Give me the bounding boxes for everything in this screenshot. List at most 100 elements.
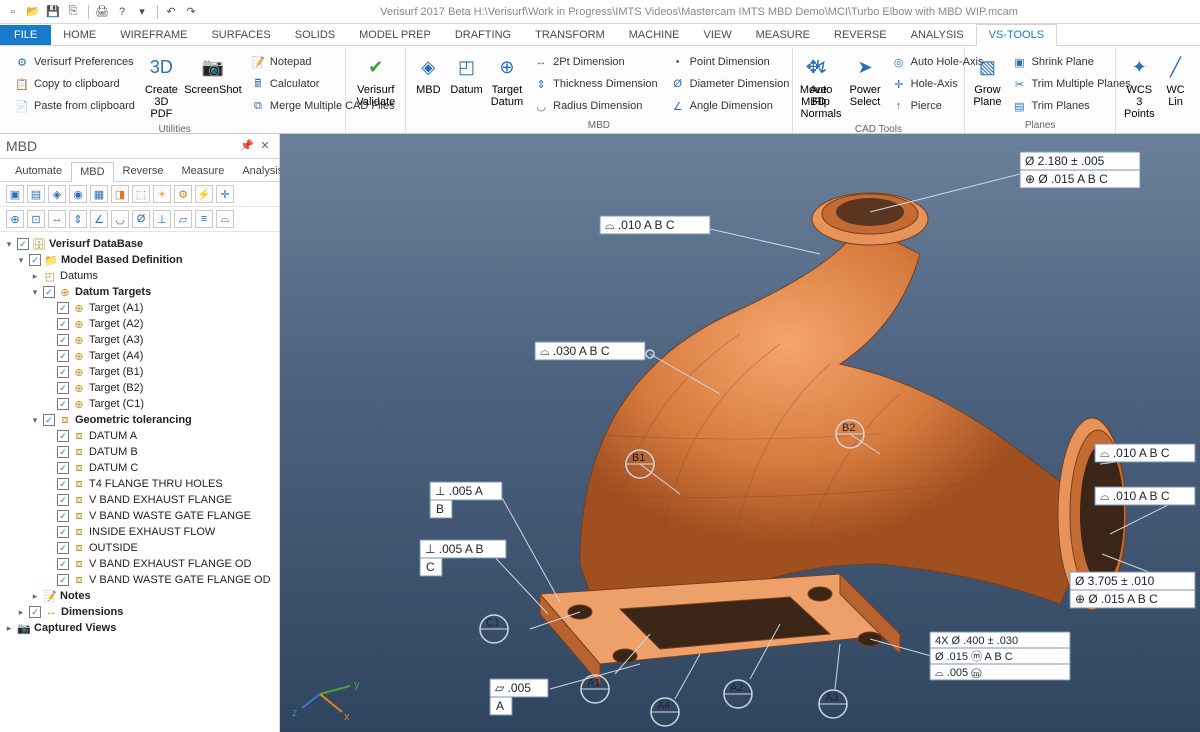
- tb-icon[interactable]: ⚙: [174, 185, 192, 203]
- tree-target[interactable]: ✓⊕Target (B2): [2, 380, 277, 396]
- tab-view[interactable]: VIEW: [692, 25, 744, 45]
- datum-button[interactable]: ◰Datum: [448, 52, 484, 98]
- tb-icon[interactable]: ⚡: [195, 185, 213, 203]
- tb-icon[interactable]: ◡: [111, 210, 129, 228]
- qat-open-icon[interactable]: 📂: [24, 3, 42, 21]
- qat-print-icon[interactable]: 🖨: [93, 3, 111, 21]
- ptab-mbd[interactable]: MBD: [71, 162, 113, 182]
- tb-icon[interactable]: Ø: [132, 210, 150, 228]
- tab-modelprep[interactable]: MODEL PREP: [347, 25, 443, 45]
- qat-saveas-icon[interactable]: ⎘: [64, 3, 82, 21]
- dim-angle-button[interactable]: ∠Angle Dimension: [666, 96, 794, 116]
- tab-drafting[interactable]: DRAFTING: [443, 25, 523, 45]
- tree-target[interactable]: ✓⊕Target (A2): [2, 316, 277, 332]
- tree-datums[interactable]: ▸◰Datums: [2, 268, 277, 284]
- tree-geo-item[interactable]: ✓⧈DATUM A: [2, 428, 277, 444]
- target-datum-button[interactable]: ⊕Target Datum: [489, 52, 525, 110]
- tab-solids[interactable]: SOLIDS: [283, 25, 347, 45]
- tb-icon[interactable]: ◨: [111, 185, 129, 203]
- tree-geo-item[interactable]: ✓⧈DATUM B: [2, 444, 277, 460]
- tab-file[interactable]: FILE: [0, 25, 51, 45]
- tb-icon[interactable]: ◉: [69, 185, 87, 203]
- model-view[interactable]: y x z Ø 2.180 ± .005 ⊕ Ø .015 A B C ⌓ .0…: [280, 134, 1200, 732]
- ptab-measure[interactable]: Measure: [173, 161, 234, 181]
- tab-vstools[interactable]: VS-TOOLS: [976, 24, 1057, 46]
- dim-diameter-button[interactable]: ØDiameter Dimension: [666, 74, 794, 94]
- tree-target[interactable]: ✓⊕Target (A3): [2, 332, 277, 348]
- tree-geo-item[interactable]: ✓⧈V BAND EXHAUST FLANGE: [2, 492, 277, 508]
- tb-icon[interactable]: ▤: [27, 185, 45, 203]
- dim-thickness-button[interactable]: ⇕Thickness Dimension: [529, 74, 662, 94]
- tree-geo-item[interactable]: ✓⧈T4 FLANGE THRU HOLES: [2, 476, 277, 492]
- tb-icon[interactable]: ⇕: [69, 210, 87, 228]
- copy-clipboard-button[interactable]: 📋Copy to clipboard: [10, 74, 139, 94]
- tab-measure[interactable]: MEASURE: [744, 25, 822, 45]
- qat-save-icon[interactable]: 💾: [44, 3, 62, 21]
- tree-target[interactable]: ✓⊕Target (C1): [2, 396, 277, 412]
- tb-icon[interactable]: ⬚: [132, 185, 150, 203]
- tb-icon[interactable]: ▦: [90, 185, 108, 203]
- tree-mbd[interactable]: ▾✓📁Model Based Definition: [2, 252, 277, 268]
- tree-dimensions[interactable]: ▸✓↔Dimensions: [2, 604, 277, 620]
- tree-target[interactable]: ✓⊕Target (A1): [2, 300, 277, 316]
- pin-icon[interactable]: 📌: [239, 138, 255, 154]
- tree-target[interactable]: ✓⊕Target (A4): [2, 348, 277, 364]
- tab-transform[interactable]: TRANSFORM: [523, 25, 617, 45]
- tb-icon[interactable]: ✦: [153, 185, 171, 203]
- mbd-tree[interactable]: ▾✓🗄Verisurf DataBase ▾✓📁Model Based Defi…: [0, 232, 279, 732]
- tb-icon[interactable]: ⌓: [216, 210, 234, 228]
- tb-icon[interactable]: ≡: [195, 210, 213, 228]
- dim-radius-button[interactable]: ◡Radius Dimension: [529, 96, 662, 116]
- mbd-button[interactable]: ◈MBD: [412, 52, 444, 98]
- tb-icon[interactable]: ✛: [216, 185, 234, 203]
- dim-point-button[interactable]: •Point Dimension: [666, 52, 794, 72]
- tab-machine[interactable]: MACHINE: [617, 25, 692, 45]
- wcs-lines-button[interactable]: ╱WC Lin: [1161, 52, 1191, 110]
- svg-text:z: z: [292, 707, 298, 719]
- screenshot-button[interactable]: 📷ScreenShot: [184, 52, 242, 98]
- tree-root[interactable]: ▾✓🗄Verisurf DataBase: [2, 236, 277, 252]
- ptab-reverse[interactable]: Reverse: [114, 161, 173, 181]
- tree-geo-item[interactable]: ✓⧈INSIDE EXHAUST FLOW: [2, 524, 277, 540]
- tree-datum-targets[interactable]: ▾✓⊕Datum Targets: [2, 284, 277, 300]
- tb-icon[interactable]: ⊥: [153, 210, 171, 228]
- ptab-automate[interactable]: Automate: [6, 161, 71, 181]
- tree-geo-item[interactable]: ✓⧈V BAND WASTE GATE FLANGE: [2, 508, 277, 524]
- dim-2pt-button[interactable]: ↔2Pt Dimension: [529, 52, 662, 72]
- tree-geo-item[interactable]: ✓⧈OUTSIDE: [2, 540, 277, 556]
- tree-geo-item[interactable]: ✓⧈V BAND EXHAUST FLANGE OD: [2, 556, 277, 572]
- wcs-3points-button[interactable]: ✦WCS 3 Points: [1122, 52, 1157, 122]
- verisurf-validate-button[interactable]: ✔Verisurf Validate: [352, 52, 399, 110]
- qat-new-icon[interactable]: ▫: [4, 3, 22, 21]
- grow-plane-button[interactable]: ▧Grow Plane: [971, 52, 1003, 110]
- tree-geo-item[interactable]: ✓⧈V BAND WASTE GATE FLANGE OD: [2, 572, 277, 588]
- tree-captured-views[interactable]: ▸📷Captured Views: [2, 620, 277, 636]
- create-3dpdf-button[interactable]: 3DCreate 3D PDF: [143, 52, 180, 122]
- redo-icon[interactable]: ↷: [182, 3, 200, 21]
- tree-geo-item[interactable]: ✓⧈DATUM C: [2, 460, 277, 476]
- tree-target[interactable]: ✓⊕Target (B1): [2, 364, 277, 380]
- autoflip-button[interactable]: ↯Auto Flip Normals: [799, 52, 844, 122]
- tree-notes[interactable]: ▸📝Notes: [2, 588, 277, 604]
- undo-icon[interactable]: ↶: [162, 3, 180, 21]
- tab-home[interactable]: HOME: [51, 25, 108, 45]
- tree-geo-tol[interactable]: ▾✓⧈Geometric tolerancing: [2, 412, 277, 428]
- tb-icon[interactable]: ↔: [48, 210, 66, 228]
- paste-clipboard-button[interactable]: 📄Paste from clipboard: [10, 96, 139, 116]
- qat-dropdown-icon[interactable]: ▾: [133, 3, 151, 21]
- viewport-3d[interactable]: y x z Ø 2.180 ± .005 ⊕ Ø .015 A B C ⌓ .0…: [280, 134, 1200, 732]
- qat-help-icon[interactable]: ?: [113, 3, 131, 21]
- tb-icon[interactable]: ◈: [48, 185, 66, 203]
- tb-icon[interactable]: ▱: [174, 210, 192, 228]
- tab-analysis[interactable]: ANALYSIS: [899, 25, 976, 45]
- power-select-button[interactable]: ➤Power Select: [847, 52, 882, 110]
- tab-surfaces[interactable]: SURFACES: [199, 25, 282, 45]
- tb-icon[interactable]: ⊡: [27, 210, 45, 228]
- tb-icon[interactable]: ∠: [90, 210, 108, 228]
- tb-icon[interactable]: ▣: [6, 185, 24, 203]
- verisurf-preferences-button[interactable]: ⚙Verisurf Preferences: [10, 52, 139, 72]
- tb-icon[interactable]: ⊕: [6, 210, 24, 228]
- close-icon[interactable]: ✕: [257, 138, 273, 154]
- tab-reverse[interactable]: REVERSE: [822, 25, 899, 45]
- tab-wireframe[interactable]: WIREFRAME: [108, 25, 199, 45]
